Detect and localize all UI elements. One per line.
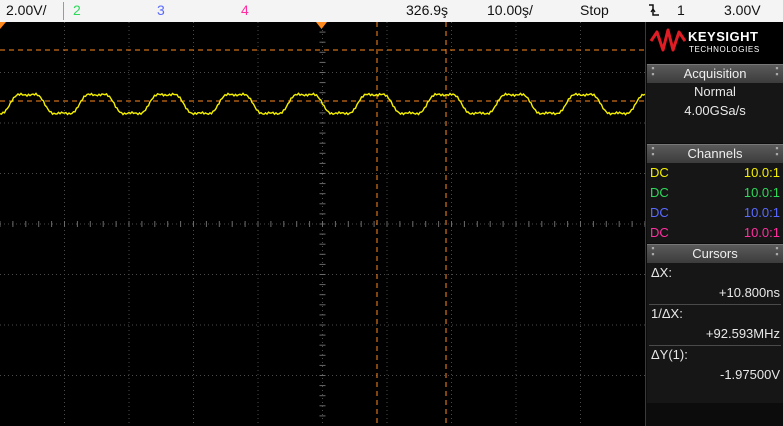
graticule — [0, 22, 645, 426]
acquisition-title: Acquisition — [683, 66, 747, 81]
sample-rate: 4.00GSa/s — [684, 103, 746, 118]
inverse-delta-x-value: +92.593MHz — [705, 326, 780, 341]
trigger-position-marker[interactable] — [316, 22, 327, 29]
acquisition-header[interactable]: ▪ ▪ Acquisition ▪ ▪ — [647, 64, 783, 83]
brand-sub: TECHNOLOGIES — [689, 45, 760, 54]
acquisition-body: Normal 4.00GSa/s — [647, 83, 783, 143]
ch4-probe: 10.0:1 — [743, 225, 780, 240]
delta-x-value: +10.800ns — [718, 285, 780, 300]
ch2-coupling: DC — [650, 185, 669, 200]
trigger-level[interactable]: 3.00V — [724, 2, 761, 18]
cursors-body: ΔX: +10.800ns 1/ΔX: +92.593MHz ΔY(1): -1… — [647, 263, 783, 403]
delta-y-label: ΔY(1): — [651, 347, 688, 362]
ch1-reference-marker[interactable] — [0, 22, 6, 29]
trigger-source[interactable]: 1 — [677, 2, 685, 18]
channel-row-2[interactable]: DC 10.0:1 — [650, 183, 780, 203]
ch3-indicator[interactable]: 3 — [157, 2, 165, 18]
keysight-wave-icon — [650, 28, 686, 52]
channels-title: Channels — [687, 146, 743, 161]
time-offset[interactable]: 326.9ş — [406, 2, 448, 18]
status-bar: 2.00V/ 2 3 4 326.9ş 10.00ş/ Stop 1 3.00V — [0, 0, 783, 22]
ch2-probe: 10.0:1 — [743, 185, 780, 200]
keysight-logo: KEYSIGHT TECHNOLOGIES — [646, 22, 783, 64]
divider — [649, 345, 781, 346]
channels-body: DC 10.0:1 DC 10.0:1 DC 10.0:1 DC 10.0:1 — [647, 163, 783, 243]
cursors-header[interactable]: ▪ ▪ Cursors ▪ ▪ — [647, 244, 783, 263]
acquisition-mode: Normal — [694, 84, 736, 99]
ch3-coupling: DC — [650, 205, 669, 220]
brand-name: KEYSIGHT — [688, 29, 759, 44]
side-panel: KEYSIGHT TECHNOLOGIES ▪ ▪ Acquisition ▪ ▪ … — [645, 22, 783, 426]
channels-header[interactable]: ▪ ▪ Channels ▪ ▪ — [647, 144, 783, 163]
trigger-edge-falling-icon — [648, 2, 660, 21]
ch1-scale[interactable]: 2.00V/ — [6, 2, 46, 18]
ch1-coupling: DC — [650, 165, 669, 180]
grid — [0, 22, 645, 426]
divider — [63, 2, 64, 20]
ch4-indicator[interactable]: 4 — [241, 2, 249, 18]
channel-row-1[interactable]: DC 10.0:1 — [650, 163, 780, 183]
ch1-probe: 10.0:1 — [743, 165, 780, 180]
ch3-probe: 10.0:1 — [743, 205, 780, 220]
channel-row-3[interactable]: DC 10.0:1 — [650, 203, 780, 223]
inverse-delta-x-label: 1/ΔX: — [651, 306, 683, 321]
ch1-waveform-trace — [0, 92, 645, 116]
ch4-coupling: DC — [650, 225, 669, 240]
time-scale[interactable]: 10.00ş/ — [487, 2, 533, 18]
cursors-title: Cursors — [692, 246, 738, 261]
waveform-display[interactable] — [0, 22, 645, 426]
delta-y-value: -1.97500V — [720, 367, 780, 382]
ch2-indicator[interactable]: 2 — [73, 2, 81, 18]
run-state[interactable]: Stop — [580, 2, 609, 18]
divider — [649, 304, 781, 305]
channel-row-4[interactable]: DC 10.0:1 — [650, 223, 780, 243]
delta-x-label: ΔX: — [651, 265, 672, 280]
